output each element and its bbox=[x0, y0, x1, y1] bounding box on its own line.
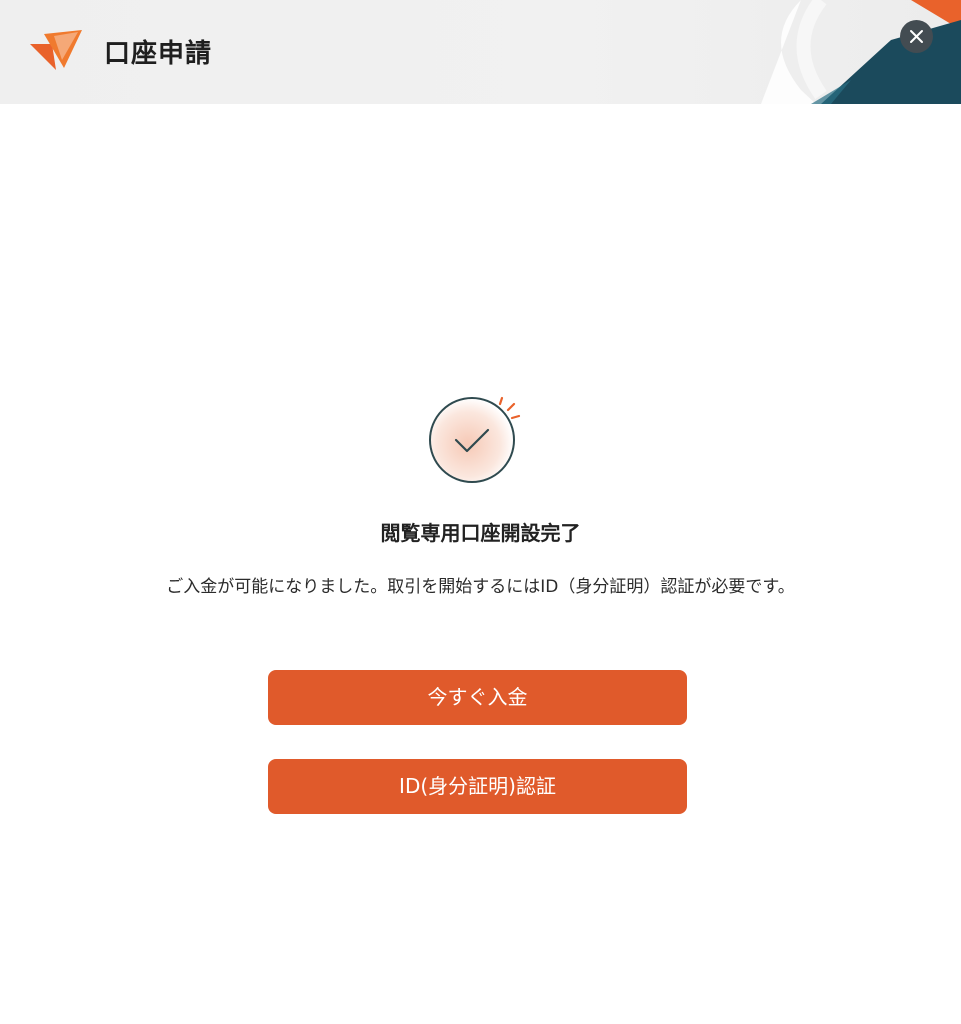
completion-headline: 閲覧専用口座開設完了 bbox=[380, 521, 581, 545]
check-circle-icon bbox=[429, 396, 521, 483]
header-bar: 口座申請 bbox=[0, 0, 961, 104]
completion-message: ご入金が可能になりました。取引を開始するにはID（身分証明）認証が必要です。 bbox=[166, 577, 795, 597]
id-verification-button[interactable]: ID(身分証明)認証 bbox=[268, 759, 687, 814]
close-icon bbox=[910, 30, 923, 43]
orange-paper-plane-logo bbox=[30, 30, 82, 70]
account-application-page: 口座申請 閲覧専用口座開設完了 ご入金が可能になりました。取引を開始するにはID… bbox=[0, 0, 961, 1024]
close-button[interactable] bbox=[900, 20, 933, 53]
page-title: 口座申請 bbox=[104, 39, 213, 69]
deposit-now-button[interactable]: 今すぐ入金 bbox=[268, 670, 687, 725]
